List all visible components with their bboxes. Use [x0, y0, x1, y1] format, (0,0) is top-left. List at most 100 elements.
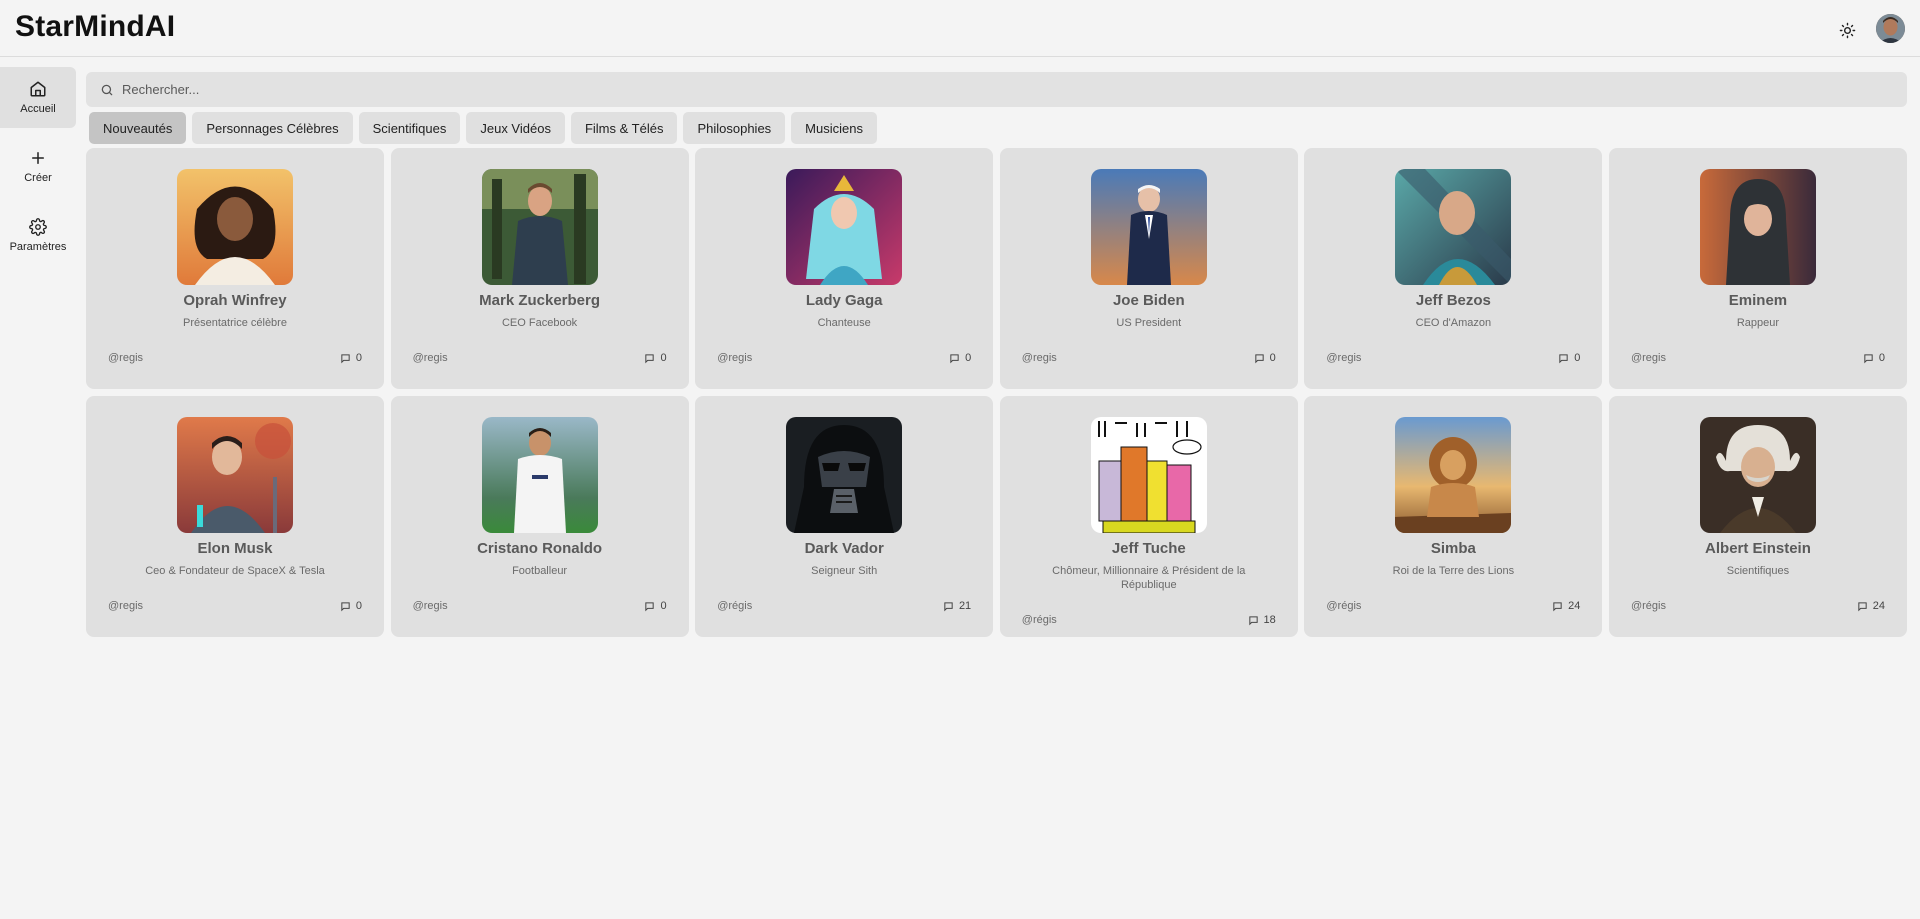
character-portrait	[1090, 417, 1207, 533]
sidebar-item-creer[interactable]: Créer	[0, 136, 76, 197]
character-card[interactable]: Eminem Rappeur @regis 0	[1608, 148, 1907, 389]
character-card[interactable]: Lady Gaga Chanteuse @regis 0	[695, 148, 994, 389]
message-icon	[341, 601, 350, 611]
plus-icon	[32, 152, 44, 164]
character-author: @regis	[108, 352, 144, 364]
sidebar-item-parametres[interactable]: Paramètres	[0, 205, 76, 266]
character-portrait	[786, 417, 903, 533]
character-description: Présentatrice célèbre	[183, 317, 287, 329]
character-card[interactable]: Dark Vador Seigneur Sith @régis 21	[695, 396, 994, 637]
message-count-value: 0	[1574, 352, 1581, 364]
character-author: @régis	[1021, 614, 1057, 626]
user-avatar[interactable]	[1876, 14, 1905, 43]
character-portrait	[786, 169, 903, 285]
character-description: Ceo & Fondateur de SpaceX & Tesla	[145, 565, 325, 577]
tab-nouveautes[interactable]: Nouveautés	[89, 112, 187, 144]
character-card[interactable]: Cristano Ronaldo Footballeur @regis 0	[390, 396, 689, 637]
message-count-value: 0	[660, 600, 667, 612]
character-description: US President	[1116, 317, 1182, 329]
character-description: Scientifiques	[1726, 565, 1790, 577]
character-name: Lady Gaga	[805, 292, 883, 309]
tab-philosophies[interactable]: Philosophies	[683, 112, 786, 144]
message-icon	[645, 353, 655, 363]
gear-icon	[29, 218, 47, 236]
tab-scientifiques[interactable]: Scientifiques	[358, 112, 461, 144]
character-author: @regis	[1630, 352, 1666, 364]
sidebar-item-label: Paramètres	[9, 241, 67, 253]
message-count-value: 0	[355, 600, 362, 612]
character-name: Albert Einstein	[1705, 540, 1811, 557]
message-icon	[1553, 601, 1562, 611]
character-author: @regis	[1326, 352, 1362, 364]
character-description: Seigneur Sith	[811, 565, 878, 577]
message-count: 18	[1248, 614, 1276, 626]
message-count-value: 24	[1568, 600, 1581, 612]
message-count: 0	[1863, 352, 1885, 364]
message-count: 24	[1552, 600, 1580, 612]
character-portrait	[481, 417, 598, 533]
character-description: Chanteuse	[817, 317, 871, 329]
message-count-value: 21	[958, 600, 972, 612]
character-description: Footballeur	[512, 565, 568, 577]
character-portrait	[1395, 417, 1512, 533]
tab-films-teles[interactable]: Films & Télés	[570, 112, 678, 144]
character-name: Eminem	[1728, 292, 1788, 309]
character-description: CEO d'Amazon	[1415, 317, 1492, 329]
character-name: Jeff Tuche	[1111, 540, 1186, 557]
user-avatar-image	[1876, 14, 1905, 43]
category-tabs: Nouveautés Personnages Célèbres Scientif…	[89, 112, 877, 144]
character-author: @régis	[1630, 600, 1666, 612]
character-card[interactable]: Joe Biden US President @regis 0	[999, 148, 1298, 389]
message-count: 0	[949, 352, 971, 364]
character-card[interactable]: Elon Musk Ceo & Fondateur de SpaceX & Te…	[86, 396, 384, 637]
character-name: Cristano Ronaldo	[477, 540, 603, 557]
character-portrait	[481, 169, 598, 285]
character-portrait	[1395, 169, 1512, 285]
character-card[interactable]: Oprah Winfrey Présentatrice célèbre @reg…	[86, 148, 384, 389]
message-icon	[1858, 601, 1867, 611]
message-count: 0	[644, 352, 667, 364]
character-author: @regis	[717, 352, 753, 364]
sidebar-item-accueil[interactable]: Accueil	[0, 67, 76, 128]
tab-personnages-celebres[interactable]: Personnages Célèbres	[192, 112, 353, 144]
message-count-value: 0	[660, 352, 667, 364]
character-card[interactable]: Albert Einstein Scientifiques @régis 24	[1608, 396, 1907, 637]
character-card[interactable]: Jeff Tuche Chômeur, Millionnaire & Prési…	[999, 396, 1298, 637]
message-count: 0	[340, 352, 362, 364]
theme-toggle-button[interactable]	[1834, 17, 1860, 43]
message-icon	[944, 601, 953, 611]
tab-musiciens[interactable]: Musiciens	[791, 112, 877, 144]
message-count-value: 0	[1269, 352, 1276, 364]
character-name: Jeff Bezos	[1415, 292, 1491, 309]
character-portrait	[1699, 169, 1816, 285]
message-count: 0	[1254, 352, 1276, 364]
character-portrait	[177, 169, 293, 285]
character-author: @regis	[412, 600, 448, 612]
message-icon	[645, 601, 655, 611]
message-icon	[341, 353, 350, 363]
sun-icon	[1839, 22, 1855, 38]
character-description: Rappeur	[1736, 317, 1780, 329]
character-name: Dark Vador	[804, 540, 884, 557]
message-count: 21	[943, 600, 971, 612]
message-icon	[1248, 615, 1258, 625]
message-count: 0	[340, 600, 362, 612]
message-icon	[1254, 353, 1264, 363]
character-card[interactable]: Mark Zuckerberg CEO Facebook @regis 0	[390, 148, 689, 389]
character-portrait	[1699, 417, 1816, 533]
sidebar-item-label: Créer	[24, 172, 52, 184]
character-card[interactable]: Simba Roi de la Terre des Lions @régis 2…	[1304, 396, 1603, 637]
search-icon	[101, 84, 113, 95]
character-card[interactable]: Jeff Bezos CEO d'Amazon @regis 0	[1304, 148, 1603, 389]
message-count-value: 18	[1263, 614, 1276, 626]
app-logo[interactable]: StarMindAI	[15, 10, 175, 44]
character-description: Roi de la Terre des Lions	[1392, 565, 1515, 577]
top-bar: StarMindAI	[0, 0, 1920, 57]
message-count-value: 0	[965, 352, 972, 364]
tab-jeux-videos[interactable]: Jeux Vidéos	[466, 112, 565, 144]
search-input[interactable]	[122, 82, 1822, 97]
character-author: @régis	[717, 600, 753, 612]
character-name: Mark Zuckerberg	[479, 292, 601, 309]
character-portrait	[177, 417, 293, 533]
character-name: Oprah Winfrey	[183, 292, 287, 309]
